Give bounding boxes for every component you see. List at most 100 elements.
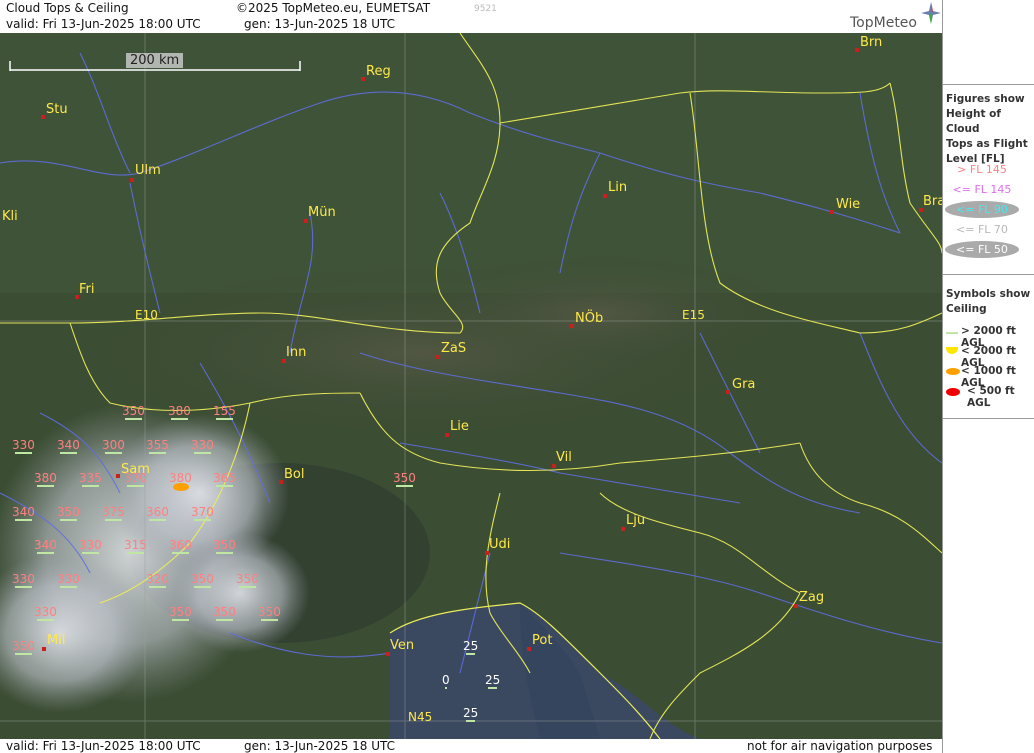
cloud-top-value: 340 (57, 438, 80, 454)
city-label-wie: Wie (836, 197, 861, 212)
cloud-top-value: 350 (393, 471, 416, 487)
map-background (0, 33, 942, 739)
cloud-top-value: 350 (213, 538, 236, 554)
city-label-fri: Fri (79, 282, 95, 297)
city-marker-zas (436, 355, 440, 359)
city-marker-lju (621, 527, 625, 531)
legend-sym-item: < 2000 ft AGL (943, 345, 1034, 369)
city-marker-pot (527, 647, 531, 651)
gen-time: gen: 13-Jun-2025 18 UTC (244, 17, 396, 31)
cloud-top-value: 350 (122, 404, 145, 420)
compass-icon (921, 2, 941, 27)
legend-fl-item: <= FL 145 (952, 183, 1012, 196)
legend-sym-item: < 500 ft AGL (943, 385, 1034, 409)
cloud-top-value: 0 (442, 673, 450, 689)
longitude-label-e10: E10 (135, 308, 158, 322)
city-label-mil: Mil (47, 633, 66, 648)
cloud-top-value: 350 (258, 605, 281, 621)
cloud-top-value: 370 (124, 471, 147, 487)
city-label-bol: Bol (284, 467, 305, 482)
city-label-vil: Vil (556, 450, 572, 465)
city-marker-stu (41, 115, 45, 119)
scale-label: 200 km (130, 53, 180, 68)
legend-fl-item: > FL 145 (957, 163, 1007, 176)
cloud-top-value: 350 (57, 505, 80, 521)
cloud-top-value: 350 (169, 605, 192, 621)
cloud-top-value: 320 (146, 572, 169, 588)
legend-sym-item: < 1000 ft AGL (943, 365, 1034, 389)
city-label-reg: Reg (366, 64, 391, 79)
legend-panel: Figures show Height of Cloud Tops as Fli… (942, 0, 1034, 753)
cloud-top-value: 350 (213, 605, 236, 621)
city-marker-gra (726, 390, 730, 394)
legend-fl-title: Figures show Height of Cloud Tops as Fli… (946, 93, 1028, 165)
city-marker-sam (116, 474, 120, 478)
header-bar: Cloud Tops & Ceiling ©2025 TopMeteo.eu, … (0, 0, 942, 33)
footer-bar: valid: Fri 13-Jun-2025 18:00 UTC gen: 13… (0, 739, 1034, 753)
city-label-bra: Bra (923, 194, 942, 209)
city-marker-bol (279, 480, 283, 484)
legend-divider (943, 418, 1034, 419)
city-marker-zag (794, 604, 798, 608)
city-marker-nob (570, 324, 574, 328)
cloud-top-value: 375 (102, 505, 125, 521)
longitude-label-e15: E15 (682, 308, 705, 322)
city-label-nob: NÖb (575, 311, 604, 326)
cloud-top-value: 340 (12, 505, 35, 521)
footer-gen-time: gen: 13-Jun-2025 18 UTC (244, 739, 396, 753)
image-code: 9521 (474, 4, 497, 14)
legend-fl-item: <= FL 90 (945, 201, 1019, 218)
cloud-top-value: 330 (34, 605, 57, 621)
city-marker-lie (445, 433, 449, 437)
topmeteo-logo: TopMeteo (850, 15, 917, 31)
cloud-top-value: 350 (236, 572, 259, 588)
city-marker-lin (603, 194, 607, 198)
cloud-top-value: 25 (463, 706, 479, 722)
cloud-top-value: 355 (146, 438, 169, 454)
city-label-gra: Gra (732, 377, 756, 392)
legend-sym-title: Symbols show Ceiling (946, 288, 1031, 315)
ceiling-ellipse-icon (946, 388, 960, 396)
city-label-udi: Udi (489, 537, 511, 552)
city-marker-reg (361, 77, 365, 81)
city-label-ven: Ven (390, 638, 415, 653)
cloud-top-value: 330 (191, 438, 214, 454)
cloud-top-value: 335 (79, 471, 102, 487)
map-title: Cloud Tops & Ceiling (6, 1, 129, 15)
ceiling-half-ellipse-icon (946, 347, 958, 354)
ceiling-ellipse-icon (946, 368, 960, 375)
cloud-top-value: 360 (146, 505, 169, 521)
city-label-kli: Kli (2, 209, 18, 224)
legend-sym-item: > 2000 ft AGL (943, 325, 1034, 349)
cloud-top-value: 380 (34, 471, 57, 487)
city-marker-ulm (130, 178, 134, 182)
cloud-top-value: 380 (169, 471, 192, 485)
city-label-mun: Mün (308, 205, 336, 220)
cloud-top-value: 330 (12, 438, 35, 454)
city-label-lju: Lju (626, 513, 646, 528)
cloud-top-value: 360 (169, 538, 192, 554)
legend-fl-item: <= FL 70 (956, 223, 1008, 236)
city-label-lin: Lin (608, 180, 628, 195)
valid-time: valid: Fri 13-Jun-2025 18:00 UTC (6, 17, 201, 31)
cloud-top-value: 25 (463, 639, 479, 655)
city-label-zas: ZaS (441, 341, 467, 356)
map-area[interactable]: 200 km Brn Reg Stu Ulm Lin Wie Bra Kli M… (0, 33, 942, 739)
city-marker-wie (830, 210, 834, 214)
cloud-top-value: 330 (12, 572, 35, 588)
cloud-top-value: 315 (124, 538, 147, 554)
city-marker-brn (855, 48, 859, 52)
cloud-top-value: 330 (79, 538, 102, 554)
cloud-top-value: 350 (12, 639, 35, 655)
cloud-top-value: 365 (213, 471, 236, 487)
disclaimer: not for air navigation purposes (747, 739, 933, 753)
city-marker-mil (42, 647, 46, 651)
city-label-lie: Lie (450, 419, 469, 434)
cloud-top-value: 300 (102, 438, 125, 454)
legend-divider (943, 84, 1034, 85)
city-label-pot: Pot (532, 633, 553, 648)
legend-fl-item: <= FL 50 (945, 241, 1019, 258)
city-label-inn: Inn (286, 345, 307, 360)
city-label-brn: Brn (860, 35, 883, 50)
latitude-label-n45: N45 (408, 710, 433, 724)
